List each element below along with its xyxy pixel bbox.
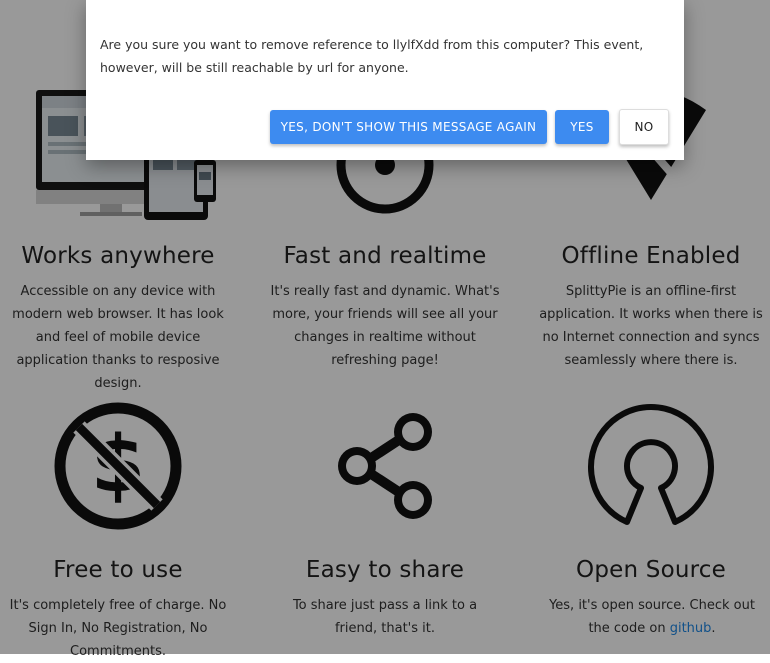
dont-show-again-button[interactable]: YES, DON'T SHOW THIS MESSAGE AGAIN xyxy=(270,110,547,144)
confirm-dialog: Are you sure you want to remove referenc… xyxy=(86,0,684,160)
no-button[interactable]: NO xyxy=(619,109,669,145)
dialog-message: Are you sure you want to remove referenc… xyxy=(100,37,644,75)
yes-button[interactable]: YES xyxy=(555,110,609,144)
